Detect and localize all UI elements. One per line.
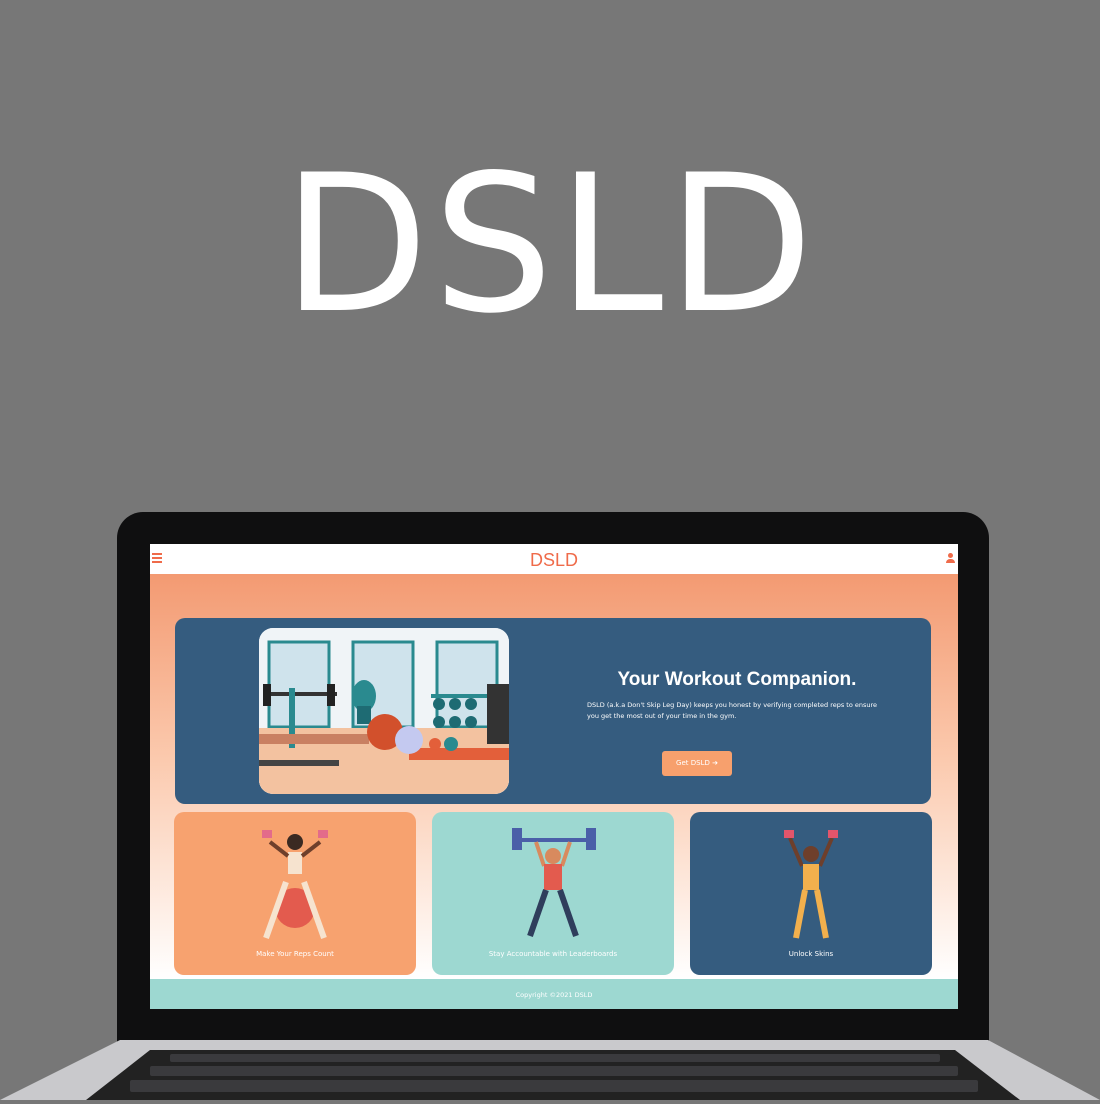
- arrow-right-icon: ➔: [712, 759, 718, 767]
- get-dsld-button[interactable]: Get DSLD ➔: [662, 751, 732, 776]
- gym-illustration: [259, 628, 509, 794]
- feature-label-skins: Unlock Skins: [788, 950, 834, 958]
- footer-copyright: Copyright ©2021 DSLD: [515, 991, 593, 999]
- site-footer: Copyright ©2021 DSLD: [150, 979, 958, 1009]
- laptop-base: [0, 1040, 1100, 1100]
- page-title: DSLD: [282, 134, 818, 355]
- site-brand[interactable]: DSLD: [150, 548, 958, 572]
- hero-section: Your Workout Companion. DSLD (a.k.a Don'…: [175, 618, 931, 804]
- site-navbar: DSLD: [150, 544, 958, 574]
- page-background: Your Workout Companion. DSLD (a.k.a Don'…: [150, 574, 958, 979]
- feature-card-reps[interactable]: Make Your Reps Count: [174, 812, 416, 975]
- feature-card-leaderboards[interactable]: Stay Accountable with Leaderboards: [432, 812, 674, 975]
- hero-copy: Your Workout Companion. DSLD (a.k.a Don'…: [587, 668, 887, 722]
- user-icon[interactable]: [945, 553, 955, 565]
- feature-label-reps: Make Your Reps Count: [256, 950, 334, 958]
- feature-card-skins[interactable]: Unlock Skins: [690, 812, 932, 975]
- feature-label-leaderboards: Stay Accountable with Leaderboards: [488, 950, 618, 958]
- hero-title: Your Workout Companion.: [617, 669, 857, 690]
- get-dsld-label: Get DSLD: [676, 759, 710, 767]
- laptop-screen: DSLD Your Workout Companion. DSLD (a.k.a…: [150, 544, 958, 1009]
- hero-description: DSLD (a.k.a Don't Skip Leg Day) keeps yo…: [587, 701, 878, 720]
